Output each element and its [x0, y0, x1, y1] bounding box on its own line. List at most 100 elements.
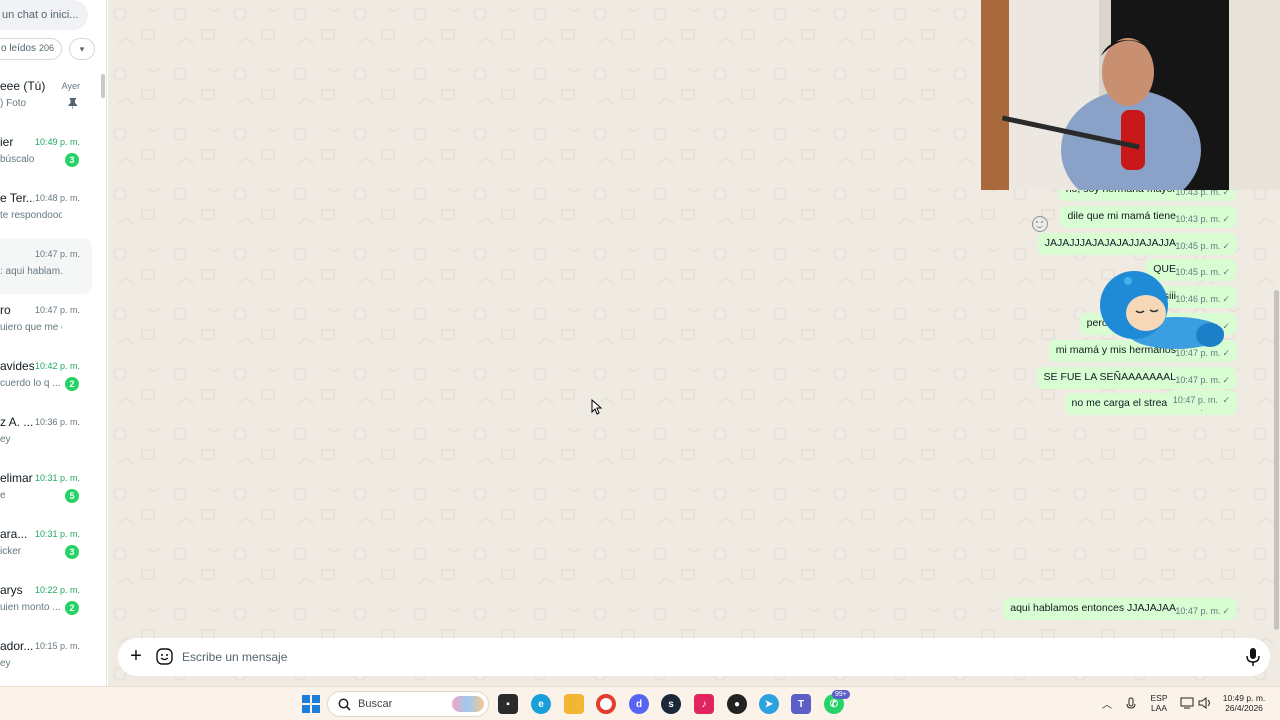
filter-count: 206 [39, 43, 55, 53]
chat-time: 10:36 p. m. [34, 417, 80, 427]
folder-icon[interactable] [564, 694, 584, 714]
telegram-icon[interactable]: ➤ [759, 694, 779, 714]
filter-label: o leídos [1, 43, 37, 54]
windows-taskbar: Buscar ▪ e d s ♪ ● ➤ T ✆ 99+ ︿ ESP LAA 10… [0, 686, 1280, 720]
chat-time: 10:15 p. m. [34, 641, 80, 651]
message-meta: 10:43 p. m. ✓ [1175, 213, 1230, 224]
chat-list-item[interactable]: e Ter... 10:48 p. m. te respondooo [0, 182, 92, 238]
search-input[interactable]: un chat o inici... [0, 0, 88, 30]
chat-list-item[interactable]: 10:47 p. m.: aqui hablam... [0, 238, 92, 294]
sent-check-icon: ✓ [1222, 374, 1230, 385]
microphone-icon[interactable] [1244, 647, 1262, 667]
chat-list-item[interactable]: arys 10:22 p. m. uien monto ... 2 [0, 574, 92, 630]
message-composer: + [118, 638, 1270, 676]
message-meta: 10:47 p. m.✓ [1175, 374, 1230, 385]
chat-name: arys [0, 583, 23, 597]
outgoing-message-last[interactable]: aqui hablamos entonces JJAJAJAA 10:47 p. … [1003, 598, 1236, 620]
chat-preview: búscalo [0, 154, 35, 165]
outgoing-message[interactable]: JAJAJJJAJAJAJAJJAJAJJA 10:45 p. m. ✓ [1037, 232, 1236, 255]
chat-name: ador... [0, 639, 34, 653]
obs-icon[interactable]: ● [727, 694, 747, 714]
message-text: aqui hablamos entonces JJAJAJAA [1010, 602, 1176, 614]
taskbar-search-label: Buscar [358, 698, 393, 710]
sticker-emoji-icon[interactable] [156, 648, 173, 665]
chat-list-item[interactable]: ador... 10:15 p. m. ey [0, 630, 92, 686]
chat-list-item[interactable]: elimar 10:31 p. m. e 5 [0, 462, 92, 518]
tiktok-icon[interactable]: ♪ [694, 694, 714, 714]
volume-icon[interactable] [1198, 697, 1212, 709]
edge-icon[interactable]: e [531, 694, 551, 714]
filter-unread-chip[interactable]: o leídos 206 [0, 38, 62, 60]
chat-list-item[interactable]: eee (Tú) Ayer) Foto [0, 70, 92, 126]
chat-name: z A. ... [0, 415, 34, 429]
chat-name: avides [0, 359, 34, 373]
attach-plus-icon[interactable]: + [126, 646, 146, 667]
whatsapp-notification-badge: 99+ [832, 690, 850, 699]
taskbar-search[interactable]: Buscar [327, 691, 489, 717]
message-meta: 10:45 p. m. ✓ [1175, 240, 1230, 251]
chat-preview: e [0, 490, 6, 501]
sidebar-scrollbar[interactable] [101, 74, 105, 98]
message-text: no me carga el stream [1071, 397, 1176, 410]
search-icon [338, 698, 351, 711]
unread-badge: 2 [65, 601, 79, 615]
network-icon[interactable] [1180, 697, 1194, 709]
outgoing-message[interactable]: dile que mi mamá tiene 10:43 p. m. ✓ [1060, 205, 1236, 228]
chat-list-item[interactable]: ro 10:47 p. m. uiero que me d... [0, 294, 92, 350]
chat-preview: : aqui hablam... [0, 266, 62, 277]
chat-list-item[interactable]: ara... 10:31 p. m. icker 3 [0, 518, 92, 574]
sent-check-icon: ✓ [1222, 606, 1230, 616]
message-input[interactable] [182, 647, 1222, 667]
chat-list-item[interactable]: ier 10:49 p. m. búscalo 3 [0, 126, 92, 182]
tray-microphone-icon[interactable] [1126, 697, 1136, 711]
message-text: JAJAJJJAJAJAJAJJAJAJJA [1044, 236, 1176, 249]
pin-icon [68, 98, 77, 109]
language-indicator[interactable]: ESP LAA [1146, 693, 1172, 713]
mouse-cursor-icon [591, 399, 603, 415]
chat-scrollbar[interactable] [1274, 290, 1279, 630]
chat-preview: cuerdo lo q ... [0, 378, 61, 389]
chat-name: ro [0, 303, 11, 317]
webcam-overlay [981, 0, 1280, 190]
chat-preview: ey [0, 658, 11, 669]
filter-dropdown-icon[interactable]: ▾ [69, 38, 95, 60]
chat-preview: icker [0, 546, 22, 557]
pocoyo-sticker [1100, 271, 1224, 349]
chat-name: ier [0, 135, 14, 149]
message-meta: 10:47 p. m.✓ [1175, 606, 1230, 616]
chat-name: elimar [0, 471, 33, 485]
discord-icon[interactable]: d [629, 694, 649, 714]
windows-start-icon[interactable] [302, 695, 320, 713]
outgoing-message[interactable]: SE FUE LA SEÑAAAAAAAL 10:47 p. m. ✓ [1036, 366, 1236, 389]
steam-icon[interactable]: s [661, 694, 681, 714]
chat-time: Ayer [61, 81, 80, 91]
search-highlight-icon [452, 696, 484, 712]
unread-badge: 3 [65, 153, 79, 167]
file-explorer-dark-icon[interactable]: ▪ [498, 694, 518, 714]
chat-name: ara... [0, 527, 28, 541]
chat-list-item[interactable]: avides 10:42 p. m. cuerdo lo q ... 2 [0, 350, 92, 406]
chat-time: 10:31 p. m. [34, 473, 80, 483]
chat-time: 10:42 p. m. [34, 361, 80, 371]
chat-time: 10:22 p. m. [34, 585, 80, 595]
system-clock[interactable]: 10:49 p. m. 26/4/2026 [1218, 693, 1270, 713]
sticker-timestamp: 10:47 p. m. ✓ [1166, 390, 1236, 410]
chat-time: 10:49 p. m. [34, 137, 80, 147]
chat-name: eee (Tú) [0, 79, 46, 93]
chat-list: eee (Tú) Ayer) Foto ier 10:49 p. m. búscalo 3… [0, 70, 100, 686]
chat-name: e Ter... [0, 191, 34, 205]
chat-preview: uien monto ... [0, 602, 61, 613]
chat-time: 10:47 p. m. [34, 305, 80, 315]
app-window: un chat o inici... o leídos 206 ▾ eee (Tú… [0, 0, 1280, 720]
chat-list-item[interactable]: z A. ... 10:36 p. m. ey [0, 406, 92, 462]
tray-chevron-icon[interactable]: ︿ [1102, 696, 1112, 711]
teams-icon[interactable]: T [791, 694, 811, 714]
react-emoji-icon[interactable] [1032, 216, 1048, 232]
message-text: SE FUE LA SEÑAAAAAAAL [1043, 370, 1176, 383]
sent-check-icon: ✓ [1222, 240, 1230, 251]
unread-badge: 2 [65, 377, 79, 391]
chrome-icon[interactable] [596, 694, 616, 714]
chat-time: 10:48 p. m. [34, 193, 80, 203]
chat-sidebar: un chat o inici... o leídos 206 ▾ eee (Tú… [0, 0, 107, 686]
chat-preview: te respondooo [0, 210, 62, 221]
